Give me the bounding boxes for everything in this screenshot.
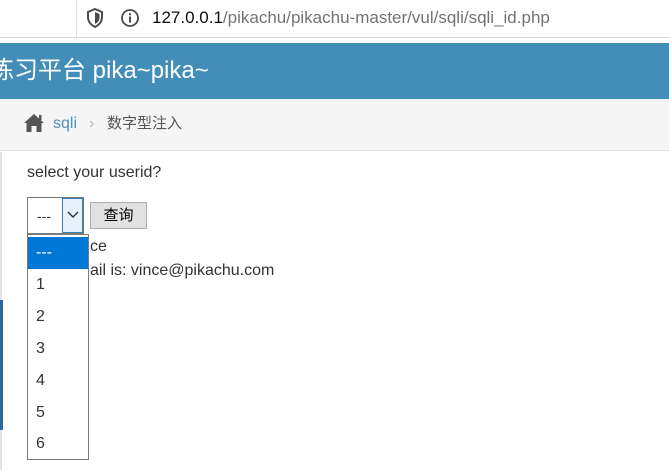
browser-url-bar: 127.0.0.1/pikachu/pikachu-master/vul/sql…: [0, 0, 669, 38]
userid-dropdown-list[interactable]: --- 1 2 3 4 5 6: [27, 234, 89, 460]
url-host: 127.0.0.1: [152, 8, 223, 27]
shield-icon[interactable]: [86, 8, 104, 28]
option-4[interactable]: 4: [28, 365, 88, 397]
home-icon: [24, 114, 44, 132]
info-icon[interactable]: [120, 8, 140, 28]
app-navbar: 练习平台 pika~pika~: [0, 43, 669, 99]
option-5[interactable]: 5: [28, 397, 88, 429]
option-6[interactable]: 6: [28, 428, 88, 460]
url-path: /pikachu/pikachu-master/vul/sqli/sqli_id…: [222, 8, 550, 27]
option-1[interactable]: 1: [28, 269, 88, 301]
form-prompt: select your userid?: [27, 164, 162, 181]
userid-select-value: ---: [37, 208, 51, 224]
url-text[interactable]: 127.0.0.1/pikachu/pikachu-master/vul/sql…: [152, 8, 550, 28]
page-content: [0, 152, 669, 470]
option-3[interactable]: 3: [28, 333, 88, 365]
result-email: ail is: vince@pikachu.com: [90, 262, 275, 279]
chevron-down-icon[interactable]: [62, 198, 83, 233]
breadcrumb-separator: ›: [89, 115, 95, 132]
breadcrumb-current: 数字型注入: [107, 115, 183, 132]
query-button[interactable]: 查询: [90, 202, 147, 229]
option-blank[interactable]: ---: [28, 237, 88, 269]
left-edge-bar: [0, 300, 3, 430]
userid-select[interactable]: ---: [27, 197, 84, 234]
app-brand[interactable]: 练习平台 pika~pika~: [0, 55, 209, 87]
breadcrumb-link-sqli[interactable]: sqli: [53, 115, 77, 133]
breadcrumb: sqli › 数字型注入: [0, 99, 669, 151]
option-2[interactable]: 2: [28, 301, 88, 333]
result-username: ce: [90, 238, 107, 255]
